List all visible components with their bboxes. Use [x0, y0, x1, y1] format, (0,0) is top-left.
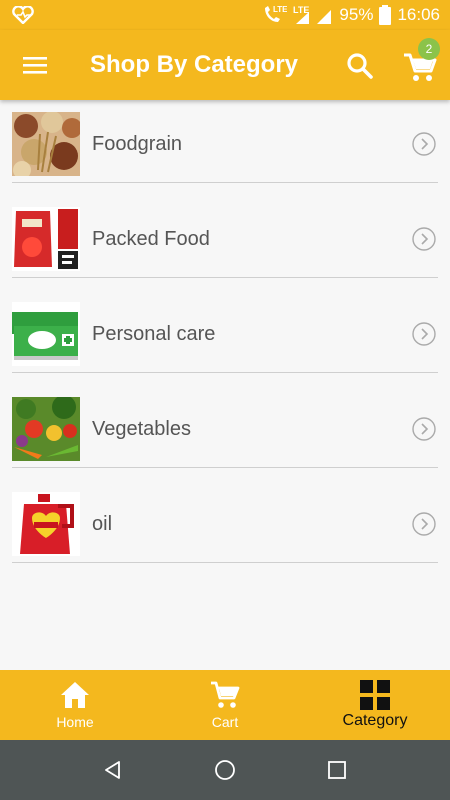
clock: 16:06: [397, 5, 440, 24]
svg-text:LTE: LTE: [273, 5, 287, 14]
phone-lte-icon: LTE: [261, 4, 287, 26]
category-label: Vegetables: [92, 418, 191, 440]
tab-category[interactable]: Category: [300, 670, 450, 740]
grid-icon: [360, 680, 390, 710]
page-title: Shop By Category: [90, 51, 299, 78]
recents-square-icon[interactable]: [325, 758, 349, 782]
home-circle-icon[interactable]: [213, 758, 237, 782]
system-nav-bar: [0, 740, 450, 800]
grains-photo: [12, 112, 80, 176]
chevron-right-icon[interactable]: [412, 322, 436, 346]
heart-app-icon: [12, 5, 34, 29]
oil-can-photo: [12, 492, 80, 556]
divider: [12, 182, 438, 183]
category-row-packed-food[interactable]: Packed Food: [0, 195, 450, 290]
tab-label: Category: [342, 712, 408, 729]
category-list: Foodgrain Packed Food Personal care Vege…: [0, 100, 450, 575]
lte-signal-icon: LTE: [293, 4, 333, 26]
tab-cart[interactable]: Cart: [150, 670, 300, 740]
divider: [12, 372, 438, 373]
tab-label: Home: [56, 714, 94, 730]
category-row-vegetables[interactable]: Vegetables: [0, 385, 450, 480]
category-row-personal-care[interactable]: Personal care: [0, 290, 450, 385]
tab-home[interactable]: Home: [0, 670, 150, 740]
chevron-right-icon[interactable]: [412, 512, 436, 536]
category-label: Personal care: [92, 323, 216, 345]
cart-count-badge: 2: [418, 38, 440, 60]
battery-icon: [379, 5, 392, 25]
status-bar: LTE LTE 95% 16:06: [0, 0, 450, 30]
ketchup-pouch-photo: [12, 207, 80, 271]
dettol-soap-photo: [12, 302, 80, 366]
vegetables-photo: [12, 397, 80, 461]
hamburger-menu-icon[interactable]: [22, 53, 48, 77]
category-label: oil: [92, 513, 113, 535]
app-bar: Shop By Category: [0, 30, 450, 100]
category-label: Foodgrain: [92, 133, 183, 155]
tab-label: Cart: [211, 714, 239, 730]
home-icon: [60, 680, 90, 710]
category-row-foodgrain[interactable]: Foodgrain: [0, 100, 450, 195]
cart-icon: [210, 680, 240, 710]
category-row-oil[interactable]: oil: [0, 480, 450, 575]
search-icon[interactable]: [346, 52, 374, 80]
chevron-right-icon[interactable]: [412, 132, 436, 156]
back-icon[interactable]: [101, 758, 125, 782]
chevron-right-icon[interactable]: [412, 417, 436, 441]
divider: [12, 467, 438, 468]
svg-text:LTE: LTE: [293, 5, 309, 15]
divider: [12, 277, 438, 278]
battery-percent: 95%: [339, 5, 374, 24]
chevron-right-icon[interactable]: [412, 227, 436, 251]
divider: [12, 562, 438, 563]
category-label: Packed Food: [92, 228, 210, 250]
bottom-nav: Home Cart Category: [0, 670, 450, 740]
